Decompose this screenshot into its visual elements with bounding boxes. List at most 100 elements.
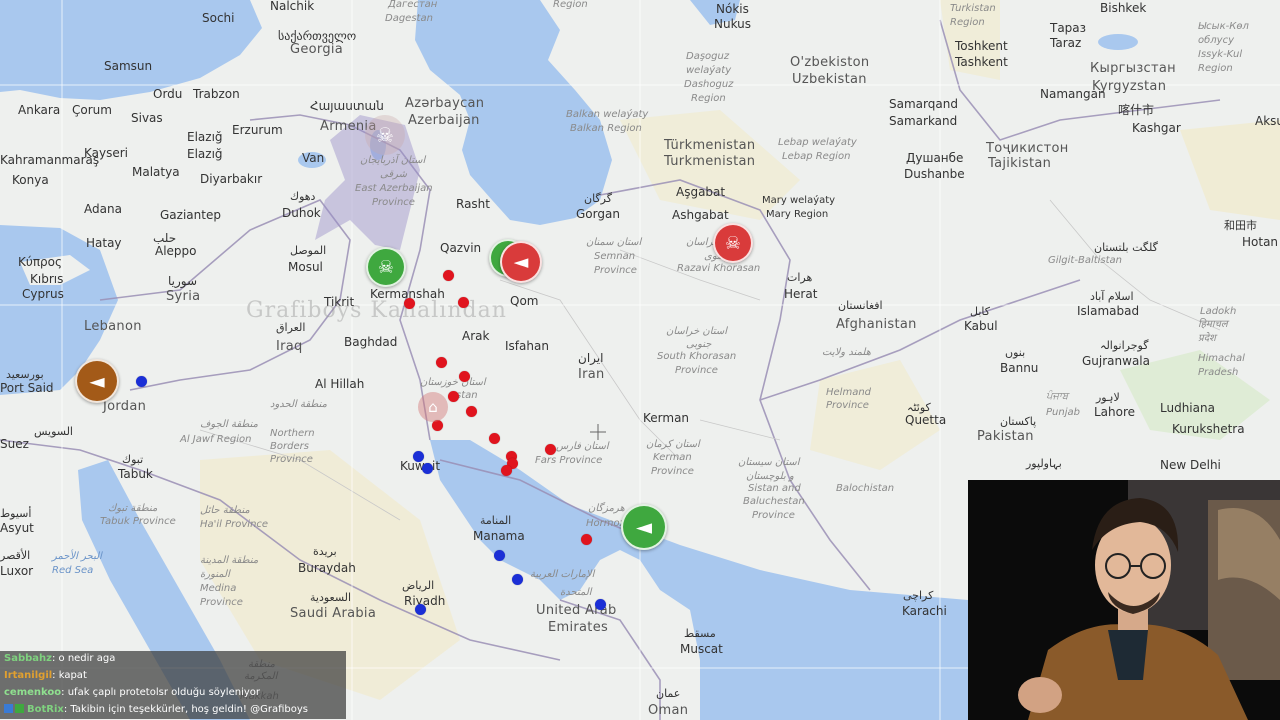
building-icon: ⌂ (428, 398, 438, 416)
province-label-punjab1: ਪੰਜਾਬ (1046, 391, 1069, 402)
city-label-portsaid: Port Said (0, 381, 54, 395)
city-label-elazig2: Elazığ (187, 147, 223, 161)
chat-message: Irtanilgil: kapat (0, 668, 346, 685)
province-label-balkan2: Balkan Region (570, 123, 642, 134)
city-label-kabul-ar: کابل (970, 305, 990, 318)
city-label-kibris2: Kıbrıs (30, 272, 64, 286)
city-label-muscat: Muscat (680, 642, 723, 656)
blue-event-dot[interactable] (413, 451, 424, 462)
city-label-mosul-ar: الموصل (290, 244, 327, 257)
blue-event-dot[interactable] (415, 604, 426, 615)
city-label-elazig1: Elazığ (187, 130, 223, 144)
blue-event-dot[interactable] (512, 574, 523, 585)
province-label-medina1: منطقة المدينة (200, 555, 259, 566)
province-label-issyk1: Ысык-Көл (1198, 21, 1249, 32)
blue-event-dot[interactable] (136, 376, 147, 387)
megaphone-marker-red[interactable]: ◄ (500, 241, 542, 283)
province-label-himachal4: Pradesh (1198, 367, 1239, 378)
province-label-hail2: Ha'il Province (200, 519, 269, 530)
province-label-helmand2: Helmand (826, 387, 872, 398)
chat-text: : ufak çaplı protetolsr olduğu söyleniyo… (61, 687, 261, 698)
building-marker-faded-red[interactable]: ⌂ (418, 392, 448, 422)
city-label-oman: Oman (648, 703, 689, 718)
red-event-dot[interactable] (545, 444, 556, 455)
city-label-iran: Iran (578, 367, 605, 382)
red-event-dot[interactable] (459, 371, 470, 382)
red-event-dot[interactable] (501, 465, 512, 476)
megaphone-icon: ◄ (89, 369, 105, 393)
city-label-sivas: Sivas (131, 111, 163, 125)
red-event-dot[interactable] (436, 357, 447, 368)
blue-event-dot[interactable] (494, 550, 505, 561)
chat-message: cemenkoo: ufak çaplı protetolsr olduğu s… (0, 685, 346, 702)
city-label-oman-ar: عمان (656, 687, 681, 700)
red-event-dot[interactable] (489, 433, 500, 444)
city-label-bannu: Bannu (1000, 361, 1039, 375)
blue-event-dot[interactable] (595, 599, 606, 610)
province-label-helmand1: هلمند ولايت (822, 347, 871, 358)
red-event-dot[interactable] (443, 270, 454, 281)
province-label-jawf2: Al Jawf Region (180, 434, 252, 445)
city-label-tabuk: Tabuk (118, 467, 153, 481)
blue-event-dot[interactable] (422, 463, 433, 474)
city-label-qazvin: Qazvin (440, 241, 482, 255)
city-label-kurukshetra: Kurukshetra (1172, 422, 1245, 436)
province-label-skhorasan2: جنوبی (686, 339, 712, 350)
city-label-nukus2: Nukus (714, 17, 752, 31)
chat-username: Sabbahz (4, 653, 52, 664)
city-label-samarkand2: Samarkand (889, 114, 958, 128)
city-label-asyut: Asyut (0, 521, 34, 535)
city-label-taraz1: Тараз (1050, 21, 1087, 35)
city-label-kerman: Kerman (643, 411, 690, 425)
province-label-balochistan: Balochistan (836, 483, 895, 494)
skull-marker-green[interactable]: ☠ (366, 247, 406, 287)
province-label-razavi3: Razavi Khorasan (677, 263, 761, 274)
city-label-syria-ar: سوريا (168, 274, 198, 288)
red-event-dot[interactable] (466, 406, 477, 417)
city-label-luxor-ar: الأقصر (0, 549, 31, 562)
city-label-quetta-ar: کوئٹہ (907, 401, 931, 414)
city-label-kibris: Κύπρος (18, 255, 63, 269)
city-label-iraq: Iraq (276, 339, 303, 354)
chat-username: Irtanilgil (4, 670, 53, 681)
city-label-suez: Suez (0, 437, 29, 451)
province-label-eastazer1: استان آذربایجان (360, 155, 426, 166)
province-label-sistan5: Province (752, 510, 795, 521)
province-label-daoguz2: welaýaty (686, 65, 732, 76)
city-label-bishkek: Bishkek (1100, 1, 1147, 15)
city-label-mary2: Mary Region (766, 209, 829, 220)
province-label-jawf1: منطقة الجوف (200, 419, 258, 430)
streamer-image (968, 480, 1280, 720)
city-label-dushanbe1: Душанбе (906, 151, 964, 165)
city-label-qom: Qom (510, 294, 539, 308)
province-label-khuz1: استان خوزستان (420, 377, 486, 388)
red-event-dot[interactable] (581, 534, 592, 545)
city-label-arak: Arak (462, 329, 490, 343)
city-label-gorgan-ar: گرگان (584, 192, 612, 205)
city-label-rasht: Rasht (456, 197, 490, 211)
city-label-gorgan: Gorgan (576, 207, 620, 221)
red-event-dot[interactable] (458, 297, 469, 308)
megaphone-marker-brown[interactable]: ◄ (75, 359, 119, 403)
province-label-khuz2: stan (456, 390, 478, 401)
red-event-dot[interactable] (404, 298, 415, 309)
city-label-trabzon: Trabzon (193, 87, 240, 101)
city-label-iraq-ar: العراق (276, 321, 306, 334)
city-label-kashgar2: Kashgar (1132, 121, 1181, 135)
skull-marker-faded[interactable]: ☠ (365, 115, 405, 155)
sub-badge-icon (15, 704, 24, 713)
province-label-skhorasan1: استان خراسان (666, 326, 727, 337)
megaphone-marker-green[interactable]: ◄ (621, 504, 667, 550)
chat-text: : kapat (52, 670, 87, 681)
city-label-samarkand1: Samarqand (889, 97, 958, 111)
skull-marker-red[interactable]: ☠ (713, 223, 753, 263)
city-label-dushanbe2: Dushanbe (904, 167, 965, 181)
province-label-ladokh: Ladokh (1200, 306, 1237, 317)
city-label-pakistan: Pakistan (977, 429, 1034, 444)
red-event-dot[interactable] (448, 391, 459, 402)
province-label-issyk4: Region (1198, 63, 1233, 74)
city-label-kashgar1: 喀什市 (1118, 103, 1155, 117)
city-label-georgia-geo: საქართველო (278, 29, 357, 43)
city-label-hotan1: 和田市 (1224, 219, 1257, 232)
province-label-eastazer2: شرقی (380, 169, 408, 180)
